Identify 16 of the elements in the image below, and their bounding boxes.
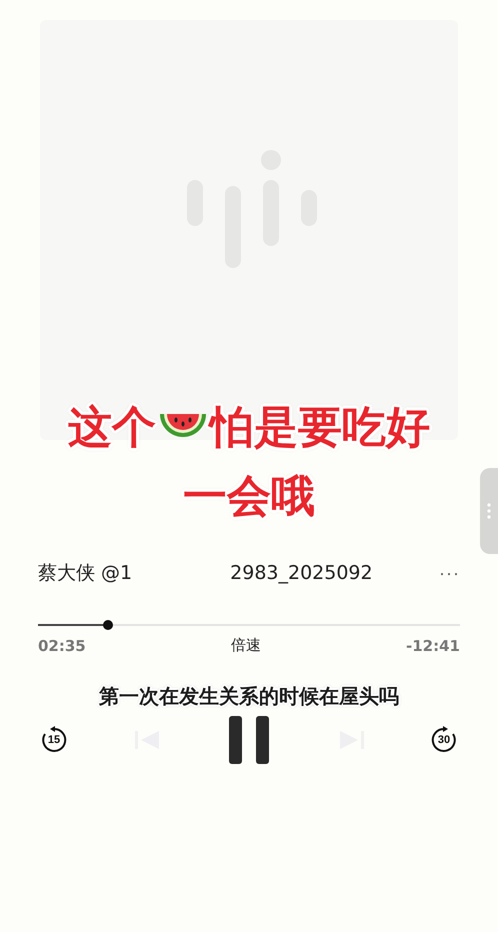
- caption-text: 一会哦: [183, 470, 315, 524]
- track-title: 2983_2025092: [230, 562, 373, 584]
- more-button[interactable]: ···: [439, 562, 460, 584]
- caption-text: 怕是要吃好: [210, 401, 430, 455]
- remaining-time: -12:41: [406, 636, 460, 654]
- skip-back-button[interactable]: 15: [40, 726, 68, 754]
- subtitle-text: 第一次在发生关系的时候在屋头吗: [99, 683, 399, 710]
- elapsed-time: 02:35: [38, 636, 86, 654]
- side-handle[interactable]: [480, 468, 498, 554]
- dots-icon: [487, 503, 491, 519]
- speed-button[interactable]: 倍速: [230, 636, 261, 655]
- pause-button[interactable]: [227, 716, 271, 764]
- progress-thumb[interactable]: [103, 620, 114, 630]
- skip-forward-button[interactable]: 30: [430, 726, 458, 754]
- caption-text: 这个: [68, 401, 156, 455]
- track-title: 蔡大侠 @1: [38, 561, 132, 586]
